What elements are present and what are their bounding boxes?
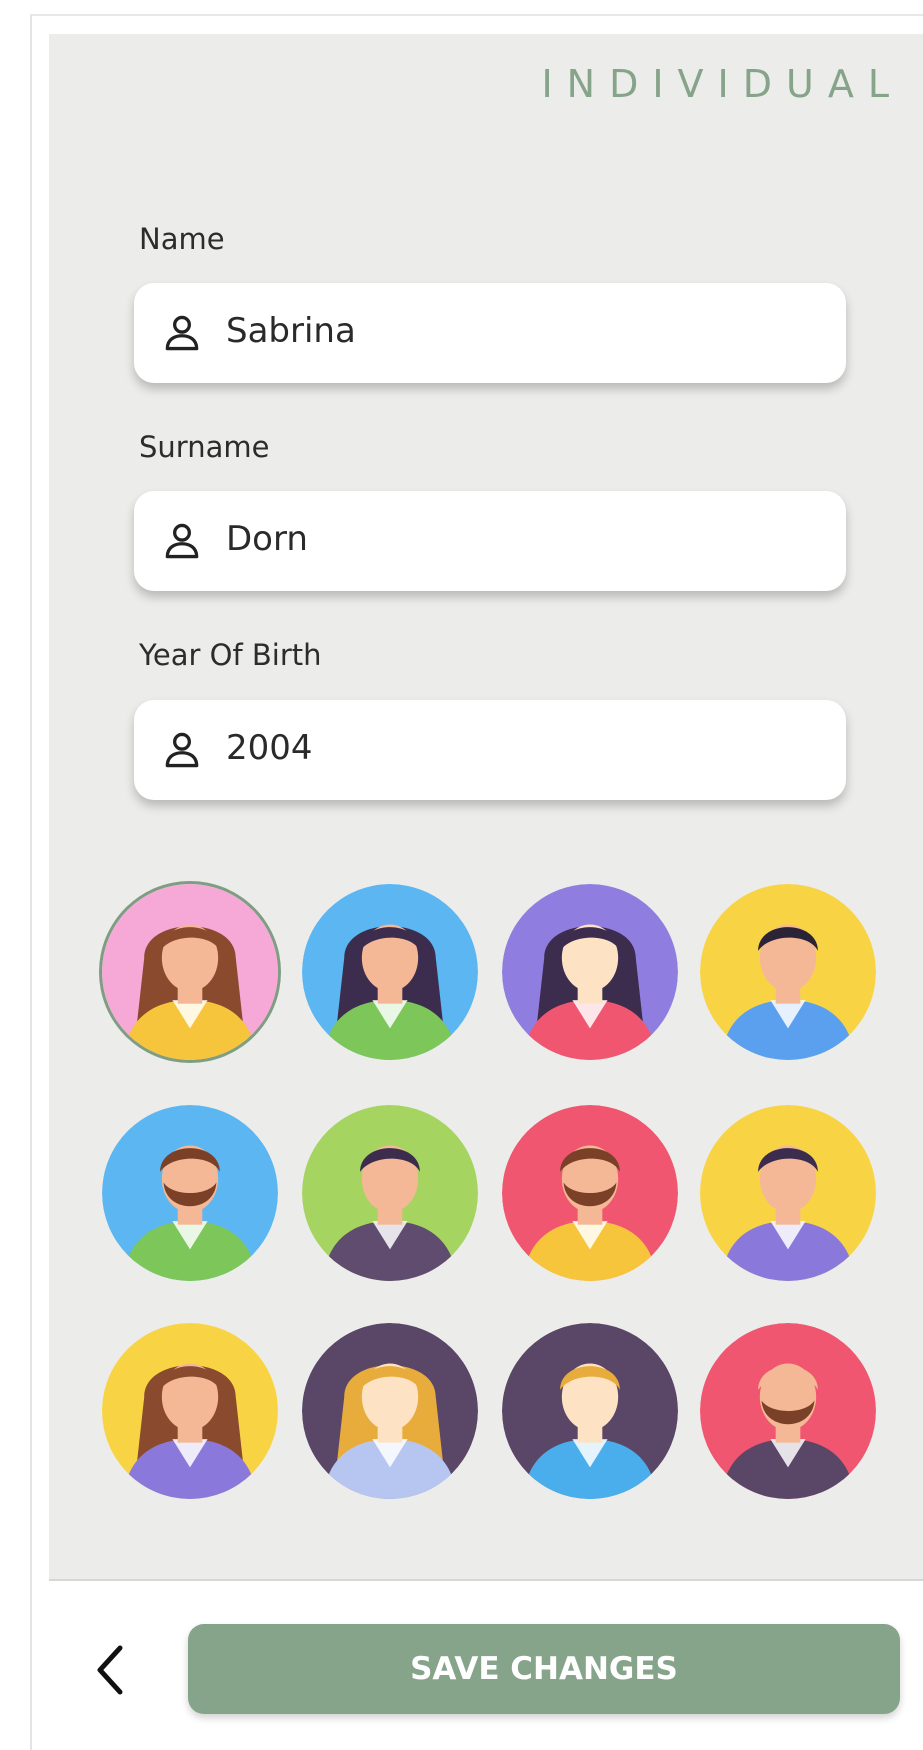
avatar-option[interactable] [700,1105,876,1281]
chevron-left-icon[interactable] [88,1640,132,1700]
avatar-option[interactable] [302,1323,478,1499]
year-of-birth-value[interactable]: 2004 [226,728,313,768]
page-title: INDIVIDUAL [541,62,903,106]
person-avatar-icon [102,1323,278,1499]
avatar-option[interactable] [502,1105,678,1281]
person-avatar-icon [102,884,278,1060]
person-avatar-icon [302,884,478,1060]
avatar-option[interactable] [502,1323,678,1499]
person-icon [165,523,199,559]
person-avatar-icon [502,884,678,1060]
name-label: Name [139,222,225,256]
person-avatar-icon [700,1323,876,1499]
avatar-option[interactable] [302,1105,478,1281]
surname-field[interactable]: Dorn [134,491,846,591]
person-icon [165,315,199,351]
person-avatar-icon [502,1105,678,1281]
person-avatar-icon [102,1105,278,1281]
person-avatar-icon [700,884,876,1060]
person-avatar-icon [502,1323,678,1499]
avatar-option[interactable] [700,1323,876,1499]
avatar-option[interactable] [102,1105,278,1281]
avatar-option[interactable] [102,884,278,1060]
surname-value[interactable]: Dorn [226,519,308,559]
footer-divider [49,1579,923,1581]
avatar-option[interactable] [502,884,678,1060]
name-field[interactable]: Sabrina [134,283,846,383]
save-changes-button[interactable]: SAVE CHANGES [188,1624,900,1714]
name-value[interactable]: Sabrina [226,311,356,351]
person-avatar-icon [700,1105,876,1281]
surname-label: Surname [139,430,270,464]
avatar-option[interactable] [302,884,478,1060]
avatar-option[interactable] [102,1323,278,1499]
year-of-birth-field[interactable]: 2004 [134,700,846,800]
person-avatar-icon [302,1105,478,1281]
person-icon [165,732,199,768]
year-of-birth-label: Year Of Birth [139,638,322,672]
person-avatar-icon [302,1323,478,1499]
avatar-option[interactable] [700,884,876,1060]
